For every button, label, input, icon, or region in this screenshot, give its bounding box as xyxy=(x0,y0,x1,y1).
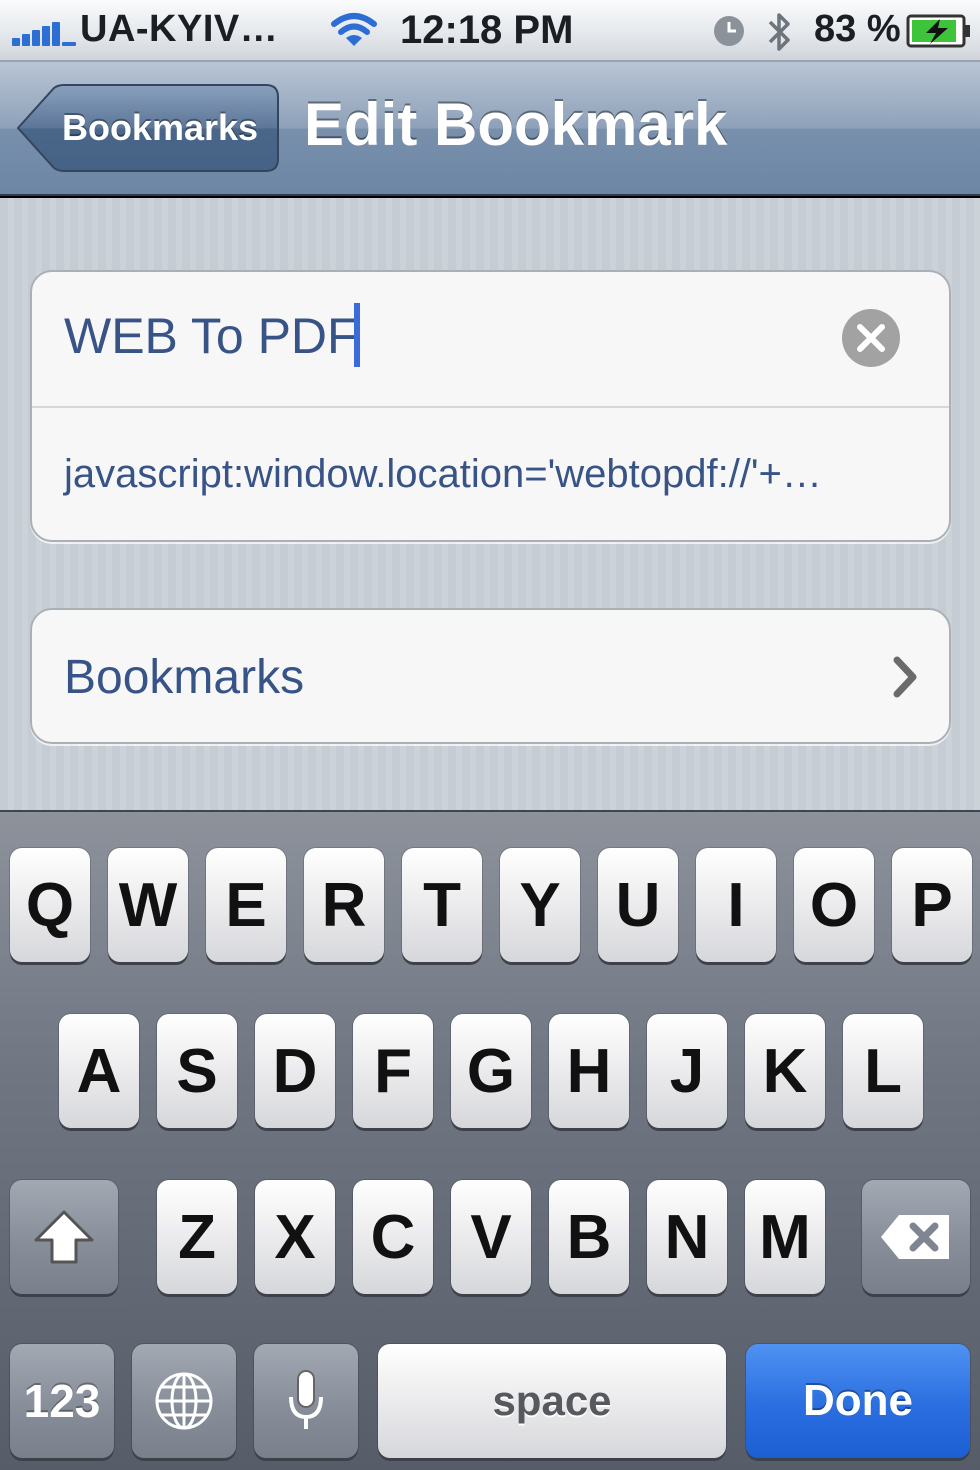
back-button[interactable]: Bookmarks xyxy=(16,84,280,172)
key-d[interactable]: D xyxy=(255,1014,335,1128)
key-a[interactable]: A xyxy=(59,1014,139,1128)
key-h[interactable]: H xyxy=(549,1014,629,1128)
status-time: 12:18 PM xyxy=(400,8,574,52)
bluetooth-icon xyxy=(768,13,790,51)
delete-key[interactable] xyxy=(862,1180,970,1294)
page-title: Edit Bookmark xyxy=(304,91,728,158)
shift-key[interactable] xyxy=(10,1180,118,1294)
key-u[interactable]: U xyxy=(598,848,678,962)
navigation-bar: Bookmarks Edit Bookmark xyxy=(0,62,980,196)
bookmark-title-input[interactable]: WEB To PDF xyxy=(64,303,360,372)
back-button-label: Bookmarks xyxy=(61,107,259,148)
key-p[interactable]: P xyxy=(892,848,972,962)
bookmark-title-row[interactable]: WEB To PDF xyxy=(32,272,949,406)
backspace-icon xyxy=(881,1215,949,1259)
globe-icon xyxy=(155,1372,213,1430)
key-w[interactable]: W xyxy=(108,848,188,962)
shift-arrow-icon xyxy=(34,1210,94,1264)
key-r[interactable]: R xyxy=(304,848,384,962)
key-s[interactable]: S xyxy=(157,1014,237,1128)
signal-icon xyxy=(12,22,76,46)
key-k[interactable]: K xyxy=(745,1014,825,1128)
key-y[interactable]: Y xyxy=(500,848,580,962)
key-e[interactable]: E xyxy=(206,848,286,962)
key-m[interactable]: M xyxy=(745,1180,825,1294)
folder-label: Bookmarks xyxy=(64,650,305,704)
microphone-icon xyxy=(289,1370,323,1429)
key-n[interactable]: N xyxy=(647,1180,727,1294)
alarm-icon xyxy=(714,16,744,46)
bookmark-folder-group: Bookmarks xyxy=(30,608,951,744)
key-b[interactable]: B xyxy=(549,1180,629,1294)
chevron-right-icon xyxy=(893,656,917,698)
key-l[interactable]: L xyxy=(843,1014,923,1128)
key-t[interactable]: T xyxy=(402,848,482,962)
bookmark-url-input[interactable]: javascript:window.location='webtopdf://'… xyxy=(64,452,822,497)
status-bar: UA-KYIV… 12:18 PM 83 % xyxy=(0,0,980,62)
key-x[interactable]: X xyxy=(255,1180,335,1294)
dictation-key[interactable] xyxy=(254,1344,358,1458)
numbers-key[interactable]: 123 xyxy=(10,1344,114,1458)
key-c[interactable]: C xyxy=(353,1180,433,1294)
key-i[interactable]: I xyxy=(696,848,776,962)
key-g[interactable]: G xyxy=(451,1014,531,1128)
wifi-icon xyxy=(331,13,377,46)
bookmark-folder-row[interactable]: Bookmarks xyxy=(32,610,949,742)
key-j[interactable]: J xyxy=(647,1014,727,1128)
text-cursor xyxy=(353,303,360,368)
key-v[interactable]: V xyxy=(451,1180,531,1294)
clear-text-icon[interactable] xyxy=(841,308,901,368)
done-key[interactable]: Done xyxy=(746,1344,970,1458)
globe-key[interactable] xyxy=(132,1344,236,1458)
battery-percent: 83 % xyxy=(814,8,901,50)
key-q[interactable]: Q xyxy=(10,848,90,962)
content-area: WEB To PDF javascript:window.location='w… xyxy=(0,198,980,810)
key-z[interactable]: Z xyxy=(157,1180,237,1294)
battery-charging-icon xyxy=(906,14,970,48)
bookmark-details-group: WEB To PDF javascript:window.location='w… xyxy=(30,270,951,542)
bookmark-url-row[interactable]: javascript:window.location='webtopdf://'… xyxy=(32,406,949,540)
key-o[interactable]: O xyxy=(794,848,874,962)
key-f[interactable]: F xyxy=(353,1014,433,1128)
space-key[interactable]: space xyxy=(378,1344,726,1458)
keyboard: 123 space Done QWERTYUIOP ASDFGHJKL ZXCVBN… xyxy=(0,810,980,1470)
carrier-name: UA-KYIV… xyxy=(80,8,279,50)
